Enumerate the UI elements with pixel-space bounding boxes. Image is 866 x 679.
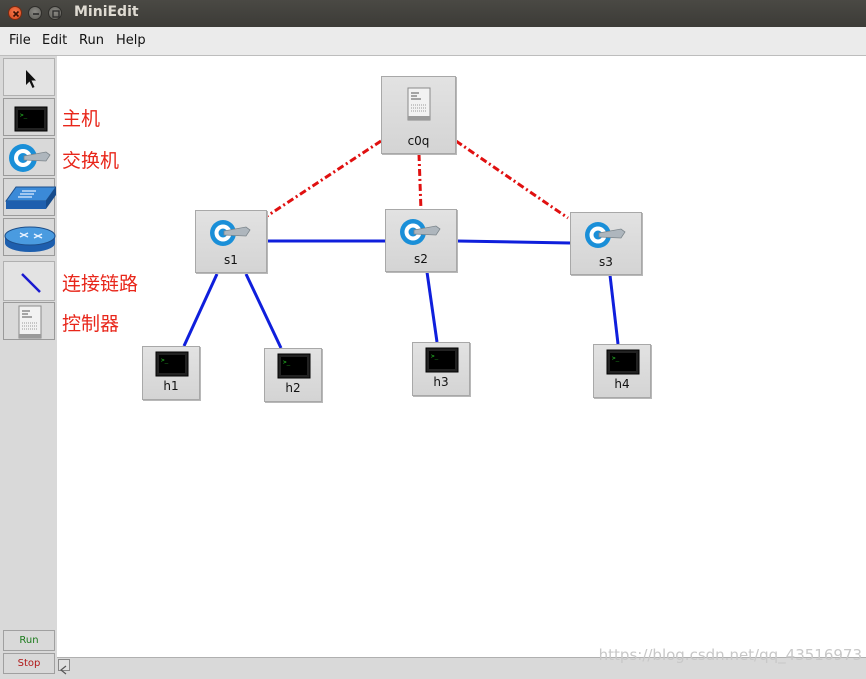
host-node-h4-label: h4 [614, 377, 630, 391]
controller-link-s3 [455, 139, 569, 220]
svg-text:>_: >_ [161, 357, 169, 364]
controller-node[interactable]: c0q [381, 76, 456, 154]
host-node-h3-label: h3 [433, 375, 449, 389]
svg-text:>_: >_ [612, 355, 620, 362]
link-s3-h4 [608, 274, 620, 345]
host-node-h1[interactable]: >_ h1 [142, 346, 200, 400]
host-node-h3[interactable]: >_ h3 [412, 342, 470, 396]
switch-node-s1[interactable]: s1 [195, 210, 267, 273]
controller-link-s2 [417, 153, 423, 212]
watermark: https://blog.csdn.net/qq_43516973 [598, 646, 862, 664]
chevron-left-icon [60, 665, 67, 675]
switch-node-s2-label: s2 [414, 252, 428, 266]
scroll-left-button[interactable] [58, 659, 70, 675]
host-node-h4[interactable]: >_ h4 [593, 344, 651, 398]
controller-node-label: c0q [407, 134, 430, 148]
switch-node-s1-label: s1 [224, 253, 238, 267]
link-s2-s3 [456, 239, 571, 245]
switch-node-s2[interactable]: s2 [385, 209, 457, 272]
annotation-link: 连接链路 [62, 273, 139, 295]
controller-link-s1 [263, 139, 382, 220]
link-s1-h2 [244, 273, 283, 349]
host-node-h2[interactable]: >_ h2 [264, 348, 322, 402]
link-s1-h1 [182, 273, 219, 347]
annotation-switch: 交换机 [62, 150, 120, 172]
switch-node-s3-label: s3 [599, 255, 613, 269]
annotation-host: 主机 [62, 108, 101, 130]
svg-text:>_: >_ [283, 359, 291, 366]
host-node-h1-label: h1 [163, 379, 179, 393]
svg-text:>_: >_ [431, 353, 439, 360]
switch-node-s3[interactable]: s3 [570, 212, 642, 275]
host-node-h2-label: h2 [285, 381, 301, 395]
annotation-controller: 控制器 [62, 313, 120, 335]
link-s2-h3 [425, 271, 439, 343]
